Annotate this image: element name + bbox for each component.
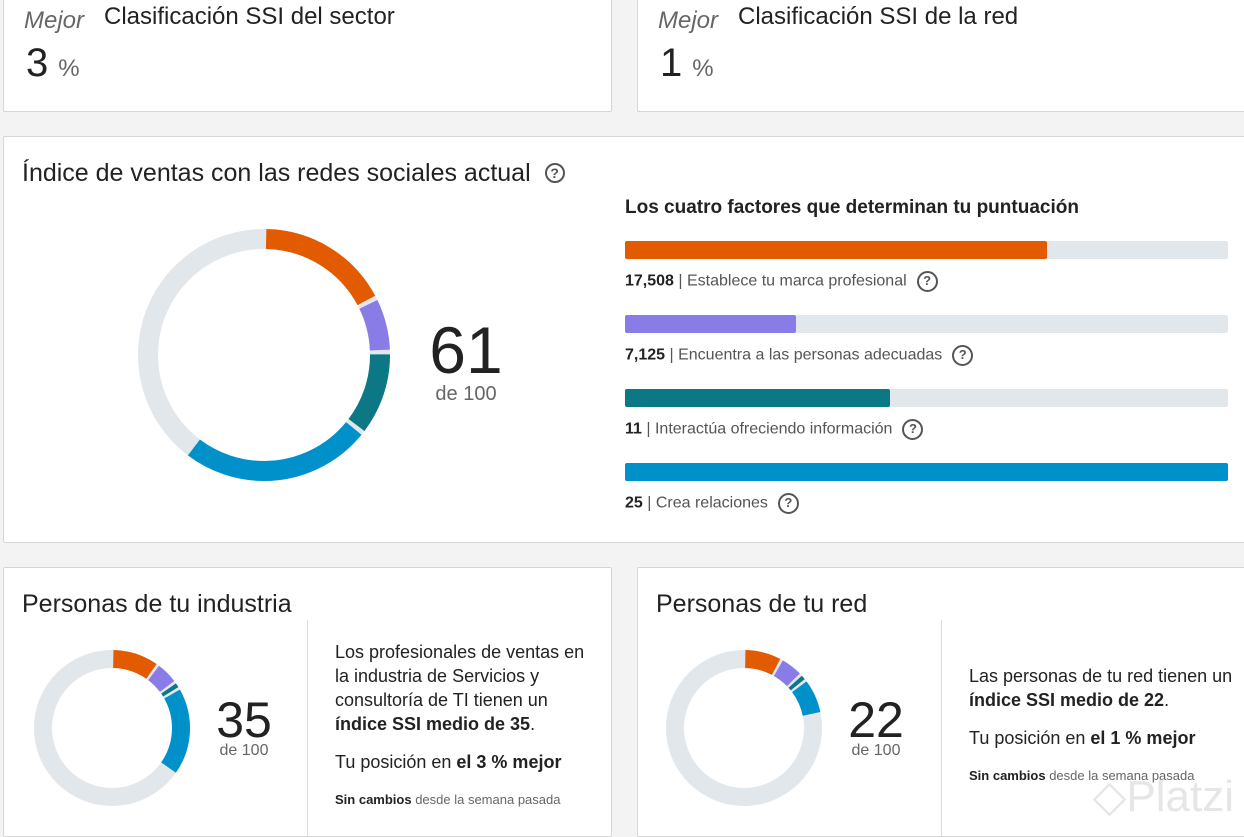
score-value: 35: [216, 692, 272, 748]
watermark-text: Platzi: [1126, 772, 1234, 821]
factor-value: 11: [625, 420, 642, 438]
industry-card: Personas de tu industria 35 de 100 Los p…: [3, 567, 612, 837]
platzi-watermark: ◇Platzi: [1092, 772, 1234, 821]
rank-number: 1: [660, 41, 683, 85]
factor-item: 11 | Interactúa ofreciendo información?: [625, 389, 1228, 440]
divider: [941, 620, 942, 836]
rank-label: Mejor: [658, 7, 719, 34]
network-rank-card: Mejor Clasificación SSI de la red 1%: [637, 0, 1244, 112]
rank-title: Clasificación SSI de la red: [738, 3, 1019, 30]
factor-bar-track: [625, 463, 1228, 481]
factor-item: 7,125 | Encuentra a las personas adecuad…: [625, 315, 1228, 366]
rank-value: 1%: [660, 41, 714, 86]
factor-bar-fill: [625, 389, 891, 407]
rank-title: Clasificación SSI del sector: [104, 3, 395, 30]
factor-bar-track: [625, 389, 1228, 407]
ssi-score: 61 de 100: [416, 317, 516, 406]
change-bold: Sin cambios: [969, 768, 1046, 783]
position-text: Tu posición en: [969, 728, 1091, 748]
help-icon[interactable]: ?: [902, 419, 924, 440]
position-bold: el 1 % mejor: [1090, 728, 1196, 748]
help-icon[interactable]: ?: [544, 163, 565, 183]
desc-text: Los profesionales de ventas en la indust…: [335, 642, 585, 710]
rank-value: 3%: [26, 41, 80, 86]
industry-score: 35 de 100: [209, 692, 279, 759]
network-title: Personas de tu red: [656, 590, 868, 618]
factor-bar-track: [625, 315, 1228, 333]
score-value: 61: [429, 313, 503, 387]
rank-unit: %: [692, 55, 714, 82]
factor-value: 25: [625, 494, 643, 512]
help-icon[interactable]: ?: [916, 271, 938, 292]
position-bold: el 3 % mejor: [456, 752, 562, 772]
current-ssi-title: Índice de ventas con las redes sociales …: [22, 159, 565, 188]
factor-name: Encuentra a las personas adecuadas: [678, 346, 943, 364]
help-icon[interactable]: ?: [952, 345, 974, 366]
position-text: Tu posición en: [335, 752, 457, 772]
factor-value: 17,508: [625, 272, 674, 290]
factors-title: Los cuatro factores que determinan tu pu…: [625, 197, 1079, 218]
factor-bar-fill: [625, 315, 797, 333]
network-donut-chart: [666, 650, 822, 806]
factor-name: Establece tu marca profesional: [686, 272, 907, 290]
desc-text: Las personas de tu red tienen un: [969, 666, 1233, 686]
factor-label: 25 | Crea relaciones?: [625, 493, 1228, 514]
factor-bar-fill: [625, 241, 1048, 259]
factor-item: 17,508 | Establece tu marca profesional?: [625, 241, 1228, 292]
rank-number: 3: [26, 41, 49, 85]
divider: [307, 620, 308, 836]
industry-description: Los profesionales de ventas en la indust…: [335, 640, 595, 826]
factor-label: 11 | Interactúa ofreciendo información?: [625, 419, 1228, 440]
factor-label: 17,508 | Establece tu marca profesional?: [625, 271, 1228, 292]
desc-bold: índice SSI medio de 22: [969, 690, 1165, 710]
factor-item: 25 | Crea relaciones?: [625, 463, 1228, 514]
desc-end: .: [530, 714, 536, 734]
industry-donut-chart: [34, 650, 190, 806]
factor-label: 7,125 | Encuentra a las personas adecuad…: [625, 345, 1228, 366]
current-ssi-card: Índice de ventas con las redes sociales …: [3, 136, 1244, 543]
ssi-donut-chart: [138, 229, 390, 481]
score-value: 22: [848, 692, 904, 748]
title-text: Índice de ventas con las redes sociales …: [22, 159, 531, 187]
factor-name: Interactúa ofreciendo información: [654, 420, 893, 438]
help-icon[interactable]: ?: [777, 493, 799, 514]
factor-bar-fill: [625, 463, 1228, 481]
change-bold: Sin cambios: [335, 792, 412, 807]
network-card: Personas de tu red 22 de 100 Las persona…: [637, 567, 1244, 837]
factors-panel: Los cuatro factores que determinan tu pu…: [625, 197, 1228, 537]
desc-bold: índice SSI medio de 35: [335, 714, 531, 734]
factor-name: Crea relaciones: [655, 494, 768, 512]
industry-title: Personas de tu industria: [22, 590, 292, 618]
rank-unit: %: [58, 55, 80, 82]
change-text: desde la semana pasada: [411, 792, 561, 807]
desc-end: .: [1164, 690, 1170, 710]
network-score: 22 de 100: [841, 692, 911, 759]
factor-value: 7,125: [625, 346, 666, 364]
rank-label: Mejor: [24, 7, 85, 34]
factor-bar-track: [625, 241, 1228, 259]
sector-rank-card: Mejor Clasificación SSI del sector 3%: [3, 0, 612, 112]
